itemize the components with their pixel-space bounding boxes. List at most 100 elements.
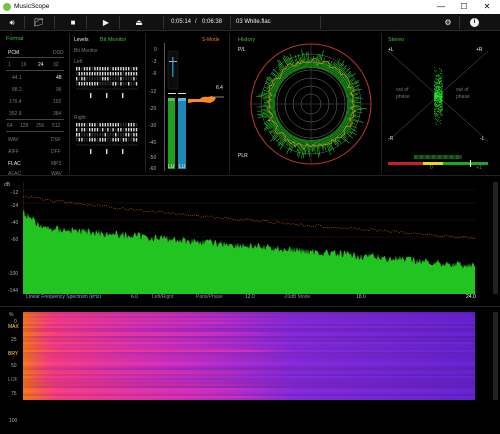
db-tick: -40 bbox=[11, 220, 19, 226]
meter-tick: -40 bbox=[149, 140, 157, 146]
dsd-label: DSD bbox=[53, 50, 64, 56]
track-name: 03 White.flac bbox=[236, 19, 271, 25]
type-aiff: AIFF bbox=[8, 149, 19, 155]
spectrogram-image bbox=[23, 312, 475, 400]
rate-192: 192 bbox=[53, 99, 62, 105]
toolbar-divider bbox=[86, 16, 87, 29]
toolbar-divider bbox=[119, 16, 120, 29]
rate-96: 96 bbox=[56, 87, 62, 93]
toolbar: 🔊︎ 📁︎ ■ ▶ ⏏ 0:05:14 / 0:06:38 03 White.f… bbox=[0, 14, 500, 31]
db-tick: -24 bbox=[11, 203, 19, 209]
bry-label: BRY bbox=[8, 351, 19, 357]
toolbar-divider bbox=[24, 16, 25, 29]
stereo-panel: Stereo +L +R -R -L out of phase out of p… bbox=[382, 33, 494, 173]
db-tick: -144 bbox=[8, 288, 19, 294]
spectrum-scrollbar[interactable] bbox=[493, 182, 498, 294]
stereo-scale-low: 0 bbox=[430, 165, 433, 171]
history-radial-graph bbox=[250, 43, 372, 165]
mode-pans-phase[interactable]: Pans/Phase bbox=[196, 294, 223, 300]
stereo-scope bbox=[388, 51, 488, 167]
freq-tick: 24.0 bbox=[466, 294, 476, 300]
spectrogram-panel: % 0 MAX 25 BRY 50 LOF 75 100 bbox=[0, 306, 500, 434]
app-icon bbox=[3, 3, 11, 11]
stereo-title[interactable]: Stereo bbox=[388, 37, 404, 43]
close-button[interactable]: ✕ bbox=[479, 2, 495, 12]
freq-tick: 12.0 bbox=[245, 294, 255, 300]
spectrogram-row bbox=[23, 398, 475, 400]
toolbar-divider bbox=[459, 16, 460, 29]
meter-tick: -20 bbox=[149, 106, 157, 112]
level-meter-panel: S-Mode 0 -3 -6 -12 -20 -30 -40 -50 -60 6… bbox=[146, 33, 230, 173]
mode-left-right[interactable]: Left/Right bbox=[152, 294, 173, 300]
freq-tick: 6.0 bbox=[131, 294, 138, 300]
left-bit-grid bbox=[76, 67, 138, 98]
meter-tick: 0 bbox=[154, 47, 157, 53]
meter-tick: -30 bbox=[149, 123, 157, 129]
time-separator: / bbox=[195, 19, 197, 25]
volume-icon[interactable]: 🔊︎ bbox=[6, 17, 18, 28]
position-time: 0:05:14 bbox=[171, 19, 192, 25]
duration-time: 0:06:38 bbox=[202, 19, 223, 25]
spectrogram-scrollbar[interactable] bbox=[493, 312, 498, 400]
type-flac: FLAC bbox=[8, 161, 21, 167]
minimize-button[interactable]: — bbox=[433, 2, 449, 12]
levels-panel: Levels Bit Monitor Bit Monitor Left Righ… bbox=[70, 33, 146, 173]
freq-tick: 18.0 bbox=[356, 294, 366, 300]
meter-tick: -12 bbox=[149, 89, 157, 95]
type-dsf: DSF bbox=[51, 137, 61, 143]
meter-tick: -60 bbox=[149, 166, 157, 172]
window-title: MusicScope bbox=[14, 3, 50, 10]
time-tick: 100 bbox=[9, 418, 18, 424]
spectrum-panel: dB -12 -24 -40 -60 -100 -144 Linear Freq… bbox=[0, 175, 500, 305]
stop-icon[interactable]: ■ bbox=[67, 17, 79, 28]
info-icon[interactable]: i bbox=[470, 18, 479, 27]
meter-tick: -50 bbox=[149, 155, 157, 161]
format-panel: Format PCM DSD 1 16 24 32 44.1 48 88.2 9… bbox=[0, 33, 70, 177]
eject-icon[interactable]: ⏏ bbox=[133, 17, 145, 28]
title-bar: MusicScope — ☐ ✕ bbox=[0, 0, 500, 14]
bit-32: 32 bbox=[53, 62, 59, 68]
spectrogram-unit: % bbox=[9, 312, 14, 318]
bit-24: 24 bbox=[38, 62, 44, 68]
divider bbox=[6, 70, 64, 71]
divider bbox=[6, 57, 64, 58]
rate-352: 352.8 bbox=[9, 111, 22, 117]
channel-lu-2: LU bbox=[179, 164, 186, 170]
toolbar-divider bbox=[163, 16, 164, 29]
peak-value: 6.4 bbox=[216, 85, 223, 91]
dsd-64: 64 bbox=[7, 123, 13, 129]
history-panel: History P/L PLR bbox=[230, 33, 382, 173]
rate-384: 384 bbox=[53, 111, 62, 117]
level-meter-graphic bbox=[164, 43, 224, 171]
db-tick: -60 bbox=[11, 237, 19, 243]
bit-monitor-tab[interactable]: Bit Monitor bbox=[100, 37, 126, 43]
bit-1: 1 bbox=[8, 62, 11, 68]
bit-16: 16 bbox=[21, 62, 27, 68]
dsd-256: 256 bbox=[36, 123, 45, 129]
meter-tick: -6 bbox=[152, 71, 157, 77]
rate-88: 88.2 bbox=[12, 87, 22, 93]
type-mp3: MP3 bbox=[51, 161, 62, 167]
dsd-512: 512 bbox=[52, 123, 61, 129]
frequency-spectrum bbox=[23, 182, 475, 294]
play-icon[interactable]: ▶ bbox=[100, 17, 112, 28]
format-title: Format bbox=[6, 36, 24, 42]
right-bit-grid bbox=[76, 123, 138, 154]
type-dff: DFF bbox=[51, 149, 61, 155]
stereo-scale-high: +1 bbox=[476, 165, 482, 171]
db-unit-label: dB bbox=[4, 182, 11, 188]
max-label: MAX bbox=[8, 324, 19, 330]
type-wav: WAV bbox=[8, 137, 19, 143]
maximize-button[interactable]: ☐ bbox=[456, 2, 472, 12]
settings-gear-icon[interactable]: ⚙ bbox=[442, 17, 454, 28]
meter-tick: -3 bbox=[152, 59, 157, 65]
pcm-label: PCM bbox=[8, 50, 20, 56]
mode-20db[interactable]: -20dB Mode bbox=[283, 294, 310, 300]
rate-176: 176.4 bbox=[9, 99, 22, 105]
rate-44: 44.1 bbox=[12, 75, 22, 81]
levels-title: Levels bbox=[74, 37, 89, 43]
lof-label: LOF bbox=[8, 377, 18, 383]
open-folder-icon[interactable]: 📁︎ bbox=[33, 17, 45, 28]
time-tick: 25 bbox=[11, 337, 17, 343]
toolbar-divider bbox=[230, 16, 231, 29]
